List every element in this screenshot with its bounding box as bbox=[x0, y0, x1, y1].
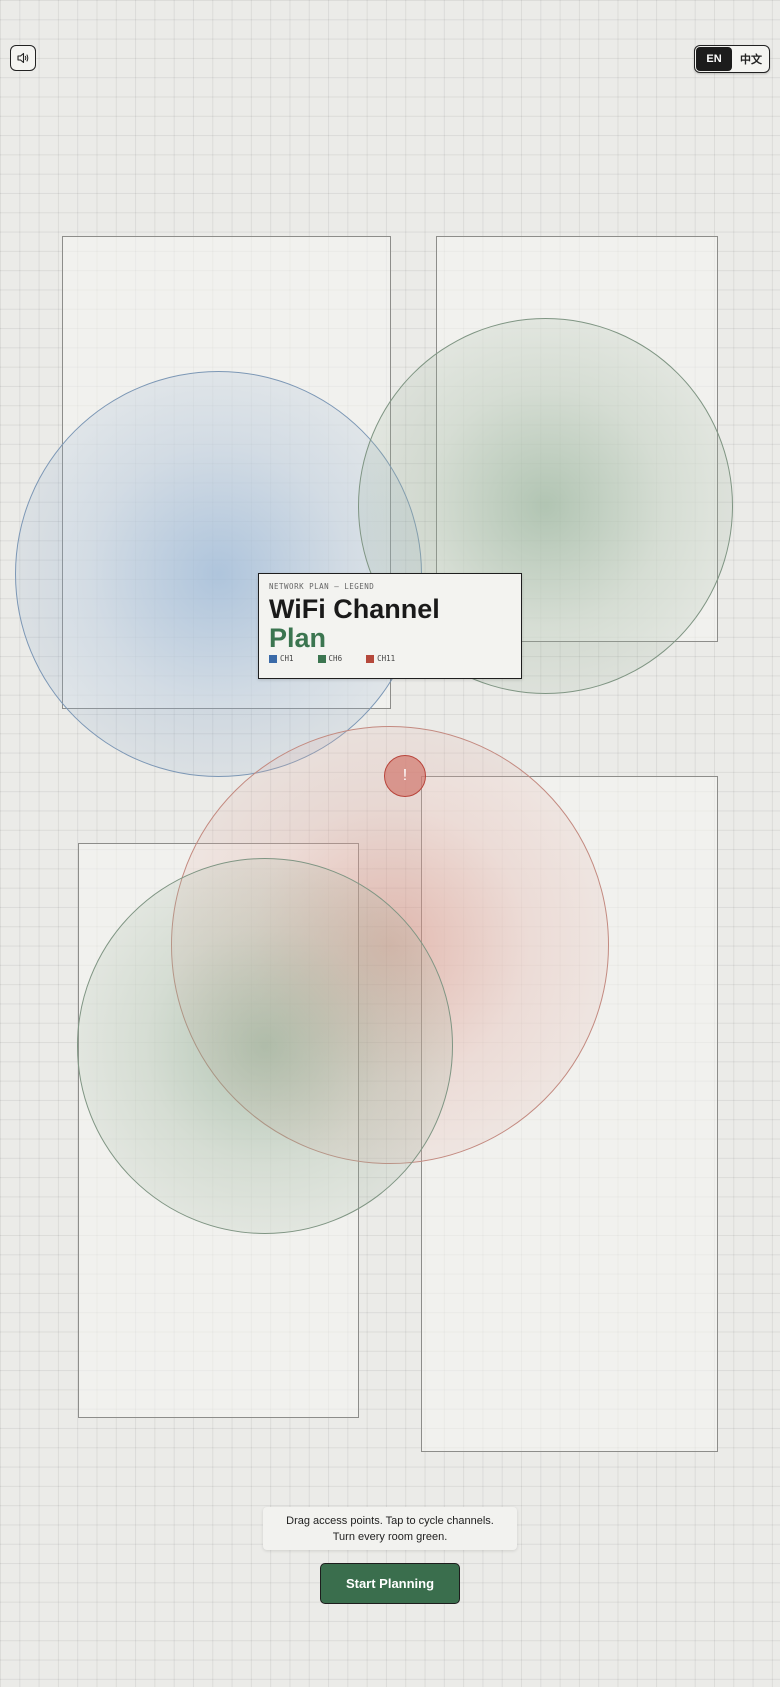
alert-symbol: ! bbox=[402, 767, 408, 784]
legend-label-ch6: CH6 bbox=[328, 654, 343, 663]
legend-swatch-ch11 bbox=[366, 654, 375, 663]
access-point-ch6[interactable] bbox=[77, 858, 453, 1234]
legend-swatch-ch6 bbox=[317, 654, 326, 663]
legend-label-ch1: CH1 bbox=[280, 654, 294, 663]
legend-card: NETWORK PLAN — LEGEND WiFi Channel Plan … bbox=[258, 573, 522, 679]
legend-label-ch11: CH11 bbox=[377, 654, 396, 663]
sound-toggle-button[interactable] bbox=[10, 45, 36, 71]
lang-zh-button[interactable]: 中文 bbox=[733, 46, 769, 72]
language-toggle[interactable]: EN 中文 bbox=[694, 45, 770, 73]
speaker-icon bbox=[17, 52, 29, 64]
legend-swatch-ch1 bbox=[269, 654, 277, 663]
start-planning-button[interactable]: Start Planning bbox=[320, 1563, 460, 1604]
page-title-accent: Plan bbox=[269, 623, 327, 653]
lang-en-button[interactable]: EN bbox=[696, 47, 732, 71]
instructions-hint: Drag access points. Tap to cycle channel… bbox=[263, 1507, 517, 1550]
legend-key-ch6: CH6 bbox=[317, 654, 343, 663]
legend-key-ch1: CH1 bbox=[269, 654, 294, 663]
legend-keys: CH1 CH6 CH11 bbox=[269, 654, 511, 663]
interference-alert-icon[interactable]: ! bbox=[384, 755, 426, 797]
legend-kicker: NETWORK PLAN — LEGEND bbox=[269, 582, 375, 591]
page-title: WiFi Channel bbox=[269, 594, 440, 624]
legend-key-ch11: CH11 bbox=[366, 654, 395, 663]
